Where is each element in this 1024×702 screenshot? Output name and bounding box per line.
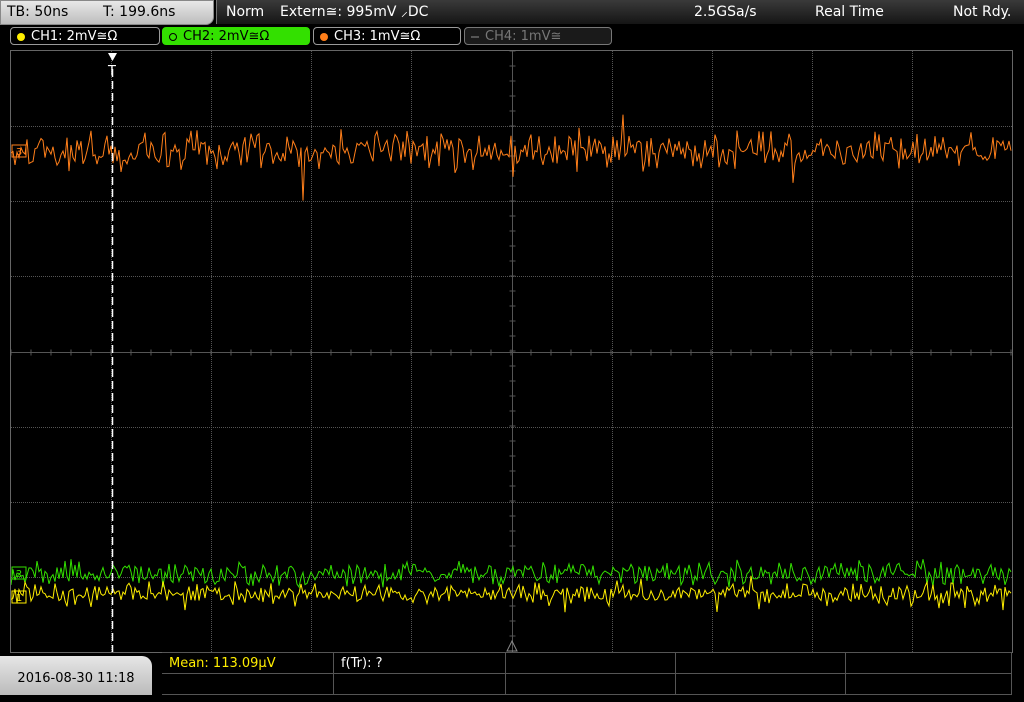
mean-value: Mean: 113.09µV bbox=[169, 656, 276, 671]
waveform-display[interactable]: T 3 2 1 bbox=[10, 50, 1013, 653]
sample-rate-label: 2.5GSa/s bbox=[694, 4, 757, 20]
rise-value: f(Tr): ? bbox=[341, 656, 383, 671]
timebase-panel[interactable]: TB: 50ns T: 199.6ns bbox=[0, 0, 214, 25]
measurement-slot-8[interactable] bbox=[506, 674, 676, 695]
mean-measurement[interactable]: Mean: 113.09µV bbox=[162, 653, 334, 674]
measurement-slot-10[interactable] bbox=[846, 674, 1012, 695]
ch3-label: CH3: 1mV≅Ω bbox=[334, 29, 421, 44]
ch4-label: CH4: 1mV≅ bbox=[485, 29, 562, 44]
measurement-slot-4[interactable] bbox=[676, 653, 846, 674]
ch1-dot-icon bbox=[17, 33, 25, 41]
trigger-panel[interactable]: Norm Extern≅: 995mV ⸝DC 2.5GSa/s Real Ti… bbox=[216, 0, 1024, 24]
trigger-mode-label: Norm bbox=[226, 4, 265, 20]
ch2-ground-marker-label: 2 bbox=[16, 569, 22, 580]
datetime-panel: 2016-08-30 11:18 bbox=[0, 656, 152, 695]
measurement-slot-9[interactable] bbox=[676, 674, 846, 695]
ch1-ground-marker-label: 1 bbox=[16, 593, 22, 604]
ch4-dash-icon bbox=[471, 36, 479, 38]
ch2-label: CH2: 2mV≅Ω bbox=[183, 29, 270, 44]
status-bar: TB: 50ns T: 199.6ns Norm Extern≅: 995mV … bbox=[0, 0, 1024, 25]
ch2-chip[interactable]: CH2: 2mV≅Ω bbox=[162, 27, 310, 45]
acquisition-mode-label: Real Time bbox=[815, 4, 884, 20]
trigger-time-label: T: 199.6ns bbox=[103, 4, 176, 20]
measurement-bar: Mean: 113.09µV f(Tr): ? bbox=[162, 652, 1012, 696]
datetime-label: 2016-08-30 11:18 bbox=[17, 671, 135, 686]
measurement-slot-3[interactable] bbox=[506, 653, 676, 674]
trigger-arrow-icon bbox=[108, 53, 117, 61]
measurement-slot-7[interactable] bbox=[334, 674, 506, 695]
trigger-t-icon: T bbox=[107, 64, 116, 79]
ch3-dot-icon bbox=[320, 33, 328, 41]
trigger-source-label: Extern≅: 995mV ⸝DC bbox=[280, 4, 429, 20]
measurement-slot-5[interactable] bbox=[846, 653, 1012, 674]
timebase-label: TB: 50ns bbox=[7, 4, 69, 20]
ch2-dot-icon bbox=[169, 33, 177, 41]
measurement-slot-6[interactable] bbox=[162, 674, 334, 695]
ch1-label: CH1: 2mV≅Ω bbox=[31, 29, 118, 44]
rise-measurement[interactable]: f(Tr): ? bbox=[334, 653, 506, 674]
ch3-ground-marker-label: 3 bbox=[16, 147, 22, 158]
acquisition-status-label: Not Rdy. bbox=[953, 4, 1012, 20]
ch1-chip[interactable]: CH1: 2mV≅Ω bbox=[10, 27, 160, 45]
ch3-trace bbox=[11, 114, 1012, 201]
ch2-trace bbox=[11, 559, 1012, 589]
ch1-trace bbox=[11, 575, 1012, 613]
ch3-chip[interactable]: CH3: 1mV≅Ω bbox=[313, 27, 461, 45]
ch4-chip[interactable]: CH4: 1mV≅ bbox=[464, 27, 612, 45]
waveform-svg: T 3 2 1 bbox=[11, 51, 1012, 652]
